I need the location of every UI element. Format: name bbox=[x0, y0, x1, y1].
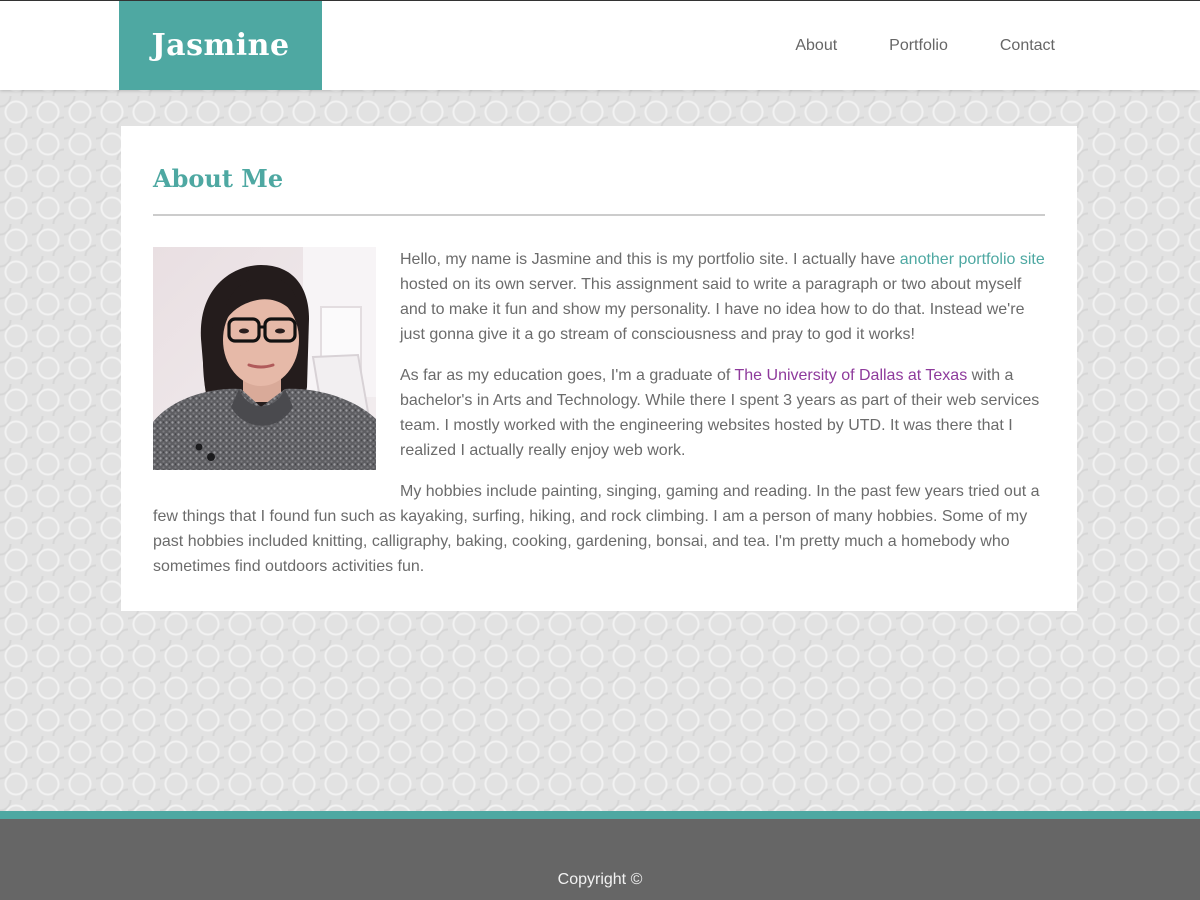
nav-link-about[interactable]: About bbox=[795, 37, 837, 55]
footer-accent-stripe bbox=[0, 811, 1200, 819]
copyright-text: Copyright © bbox=[557, 871, 643, 888]
site-logo[interactable]: Jasmine bbox=[119, 1, 322, 90]
nav-link-portfolio[interactable]: Portfolio bbox=[889, 37, 948, 55]
nav-link-contact[interactable]: Contact bbox=[1000, 37, 1055, 55]
site-footer: Copyright © bbox=[0, 819, 1200, 900]
site-header: Jasmine About Portfolio Contact bbox=[0, 0, 1200, 90]
about-card: About Me Hello, my name is Jasmine and t… bbox=[121, 126, 1077, 611]
site-logo-text: Jasmine bbox=[151, 28, 290, 63]
title-divider bbox=[153, 214, 1045, 216]
main-nav: About Portfolio Contact bbox=[743, 1, 1055, 90]
university-link[interactable]: The University of Dallas at Texas bbox=[735, 367, 968, 384]
intro-text-end: hosted on its own server. This assignmen… bbox=[400, 276, 1025, 343]
hobbies-paragraph: My hobbies include painting, singing, ga… bbox=[153, 483, 1040, 575]
intro-text-start: Hello, my name is Jasmine and this is my… bbox=[400, 251, 900, 268]
profile-photo bbox=[153, 247, 376, 470]
education-text-start: As far as my education goes, I'm a gradu… bbox=[400, 367, 735, 384]
page-title: About Me bbox=[153, 164, 284, 193]
about-content: Hello, my name is Jasmine and this is my… bbox=[153, 247, 1045, 595]
portfolio-site-link[interactable]: another portfolio site bbox=[900, 251, 1045, 268]
